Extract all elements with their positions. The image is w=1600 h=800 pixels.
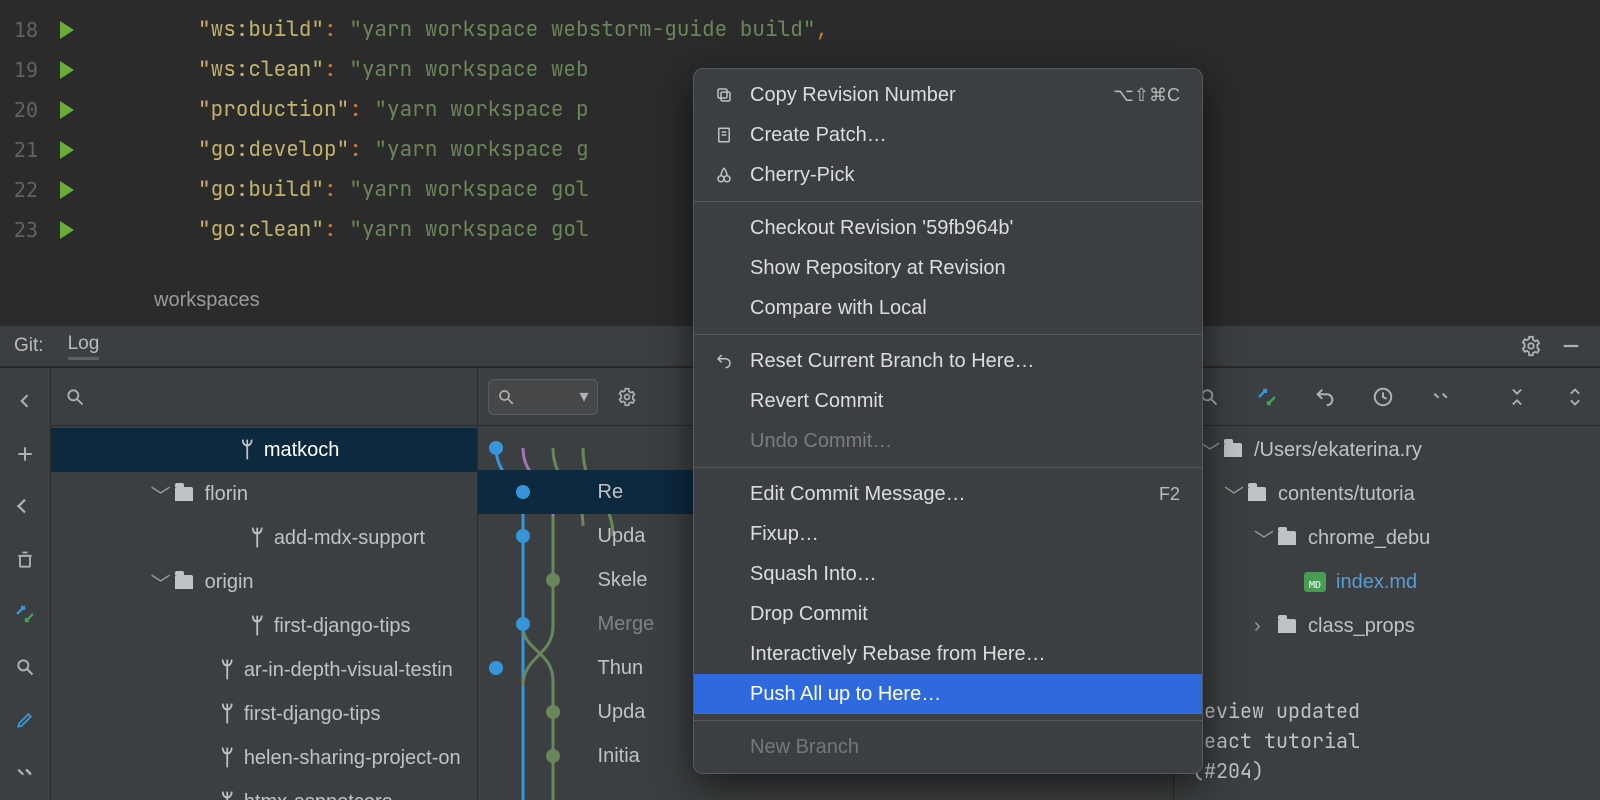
branch-tree[interactable]: ᛘmatkoch ﹀florin ᛘadd-mdx-support ﹀origi… xyxy=(51,426,477,800)
patch-icon xyxy=(712,126,736,144)
branch-icon: ᛘ xyxy=(221,703,234,725)
gear-icon[interactable] xyxy=(1516,331,1546,361)
branch-folder-origin[interactable]: ﹀origin xyxy=(51,560,477,604)
folder-icon xyxy=(1224,443,1242,457)
menu-copy-revision[interactable]: Copy Revision Number⌥⇧⌘C xyxy=(694,75,1202,115)
branch-item[interactable]: ᛘadd-mdx-support xyxy=(51,516,477,560)
details-toolbar xyxy=(1174,368,1600,426)
menu-interactive-rebase[interactable]: Interactively Rebase from Here… xyxy=(694,634,1202,674)
branch-item[interactable]: ᛘmatkoch xyxy=(51,428,477,472)
delete-icon[interactable] xyxy=(7,544,43,577)
back-icon[interactable] xyxy=(7,384,43,417)
expand-icon[interactable] xyxy=(1502,382,1532,412)
menu-create-patch[interactable]: Create Patch… xyxy=(694,115,1202,155)
branch-icon: ᛘ xyxy=(221,659,234,681)
branch-search-row xyxy=(51,368,477,426)
line-number: 18 xyxy=(0,18,46,42)
file-leaf[interactable]: MDindex.md xyxy=(1174,560,1600,604)
more-icon[interactable] xyxy=(1426,382,1456,412)
folder-icon xyxy=(175,487,193,501)
details-panel: ﹀/Users/ekaterina.ry ﹀contents/tutoria ﹀… xyxy=(1174,368,1600,800)
menu-compare-with-local[interactable]: Compare with Local xyxy=(694,288,1202,328)
menu-fixup[interactable]: Fixup… xyxy=(694,514,1202,554)
folder-icon xyxy=(175,575,193,589)
changed-files-tree[interactable]: ﹀/Users/ekaterina.ry ﹀contents/tutoria ﹀… xyxy=(1174,426,1600,682)
run-icon[interactable] xyxy=(60,21,74,39)
plus-icon[interactable] xyxy=(7,437,43,470)
markdown-file-icon: MD xyxy=(1304,572,1326,592)
commit-summary: Review updated React tutorial (#204) xyxy=(1174,682,1600,800)
minimize-icon[interactable] xyxy=(1556,331,1586,361)
cherry-icon xyxy=(712,166,736,184)
line-number: 21 xyxy=(0,138,46,162)
menu-checkout-revision[interactable]: Checkout Revision '59fb964b' xyxy=(694,208,1202,248)
branch-icon: ᛘ xyxy=(251,527,264,549)
branch-item[interactable]: ᛘfirst-django-tips xyxy=(51,692,477,736)
menu-cherry-pick[interactable]: Cherry-Pick xyxy=(694,155,1202,195)
menu-undo-commit: Undo Commit… xyxy=(694,421,1202,461)
copy-icon xyxy=(712,86,736,104)
menu-reset-to-here[interactable]: Reset Current Branch to Here… xyxy=(694,341,1202,381)
run-icon[interactable] xyxy=(60,61,74,79)
reset-icon xyxy=(712,352,736,370)
menu-show-repo-at-revision[interactable]: Show Repository at Revision xyxy=(694,248,1202,288)
branch-icon: ᛘ xyxy=(251,615,264,637)
menu-new-branch[interactable]: New Branch xyxy=(694,727,1202,767)
run-icon[interactable] xyxy=(60,221,74,239)
collapse-icon[interactable] xyxy=(1560,382,1590,412)
line-number: 20 xyxy=(0,98,46,122)
menu-drop-commit[interactable]: Drop Commit xyxy=(694,594,1202,634)
editor-gutter: 18 19 20 21 22 23 xyxy=(0,0,108,275)
tool-window-title: Git: xyxy=(14,335,44,357)
file-tree-node[interactable]: ﹀contents/tutoria xyxy=(1174,472,1600,516)
branch-icon: ᛘ xyxy=(241,439,254,461)
undo-icon[interactable] xyxy=(1310,382,1340,412)
file-tree-node[interactable]: ›class_props xyxy=(1174,604,1600,648)
folder-icon xyxy=(1248,487,1266,501)
branch-item[interactable]: ᛘar-in-depth-visual-testin xyxy=(51,648,477,692)
menu-edit-commit-message[interactable]: Edit Commit Message…F2 xyxy=(694,474,1202,514)
fetch-icon[interactable] xyxy=(7,597,43,630)
run-icon[interactable] xyxy=(60,101,74,119)
branch-item[interactable]: ᛘhelen-sharing-project-on xyxy=(51,736,477,780)
incoming-icon[interactable] xyxy=(7,491,43,524)
fetch-icon[interactable] xyxy=(1252,382,1282,412)
file-tree-root[interactable]: ﹀/Users/ekaterina.ry xyxy=(1174,428,1600,472)
history-icon[interactable] xyxy=(1368,382,1398,412)
branches-panel: ᛘmatkoch ﹀florin ᛘadd-mdx-support ﹀origi… xyxy=(51,368,478,800)
menu-push-all-up-to-here[interactable]: Push All up to Here… xyxy=(694,674,1202,714)
folder-icon xyxy=(1278,619,1296,633)
gear-icon[interactable] xyxy=(612,382,642,412)
branch-item[interactable]: ᛘhtmx-aspnetcore xyxy=(51,780,477,800)
context-menu[interactable]: Copy Revision Number⌥⇧⌘C Create Patch… C… xyxy=(693,68,1203,774)
log-filter-input[interactable]: ▾ xyxy=(488,379,598,415)
run-icon[interactable] xyxy=(60,181,74,199)
search-icon[interactable] xyxy=(7,650,43,683)
breadcrumb[interactable]: workspaces xyxy=(154,289,260,312)
branch-icon: ᛘ xyxy=(221,791,234,800)
branch-item[interactable]: ᛘfirst-django-tips xyxy=(51,604,477,648)
branch-search-input[interactable] xyxy=(65,377,463,417)
tool-window-left-strip xyxy=(0,368,51,800)
branch-folder-florin[interactable]: ﹀florin xyxy=(51,472,477,516)
line-number: 22 xyxy=(0,178,46,202)
tab-log[interactable]: Log xyxy=(68,333,100,360)
edit-icon[interactable] xyxy=(7,704,43,737)
run-icon[interactable] xyxy=(60,141,74,159)
branch-icon: ᛘ xyxy=(221,747,234,769)
file-tree-node[interactable]: ﹀chrome_debu xyxy=(1174,516,1600,560)
line-number: 19 xyxy=(0,58,46,82)
menu-squash-into[interactable]: Squash Into… xyxy=(694,554,1202,594)
folder-icon xyxy=(1278,531,1296,545)
line-number: 23 xyxy=(0,218,46,242)
more-icon[interactable] xyxy=(7,757,43,790)
menu-revert-commit[interactable]: Revert Commit xyxy=(694,381,1202,421)
